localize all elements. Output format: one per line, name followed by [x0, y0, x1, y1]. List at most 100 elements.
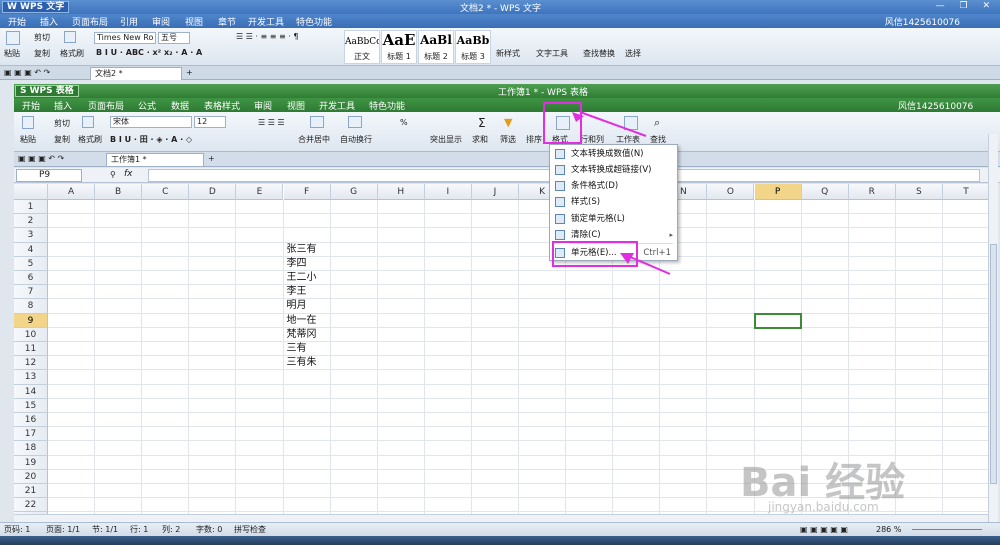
new-style-button[interactable]: 新样式 [496, 48, 520, 59]
row-header-19[interactable]: 19 [14, 455, 48, 470]
writer-menu-layout[interactable]: 页面布局 [72, 15, 108, 28]
writer-menu-features[interactable]: 特色功能 [296, 15, 332, 28]
sort-button[interactable]: 排序 [526, 134, 542, 145]
row-header-17[interactable]: 17 [14, 427, 48, 442]
row-header-12[interactable]: 12 [14, 356, 48, 371]
sheet-menu-layout[interactable]: 页面布局 [88, 99, 124, 112]
column-header-O[interactable]: O [707, 184, 755, 200]
column-header-E[interactable]: E [236, 184, 284, 200]
writer-menu-insert[interactable]: 插入 [40, 15, 58, 28]
format-painter-icon[interactable] [64, 31, 76, 43]
row-header-14[interactable]: 14 [14, 384, 48, 399]
sum-icon[interactable]: Σ [478, 116, 486, 130]
writer-menu-reference[interactable]: 引用 [120, 15, 138, 28]
highlight-button[interactable]: 突出显示 [430, 134, 462, 145]
writer-paste-label[interactable]: 粘贴 [4, 48, 20, 59]
wrap-text-button[interactable]: 自动换行 [340, 134, 372, 145]
writer-menu-view[interactable]: 视图 [185, 15, 203, 28]
writer-user-name[interactable]: 风信1425610076 [885, 15, 960, 28]
sheet-menu-features[interactable]: 特色功能 [369, 99, 405, 112]
cell-F11[interactable]: 三有 [287, 342, 307, 357]
row-header-4[interactable]: 4 [14, 242, 48, 257]
column-header-G[interactable]: G [330, 184, 378, 200]
row-header-18[interactable]: 18 [14, 441, 48, 456]
column-header-S[interactable]: S [895, 184, 943, 200]
name-box[interactable]: P9 [16, 169, 82, 182]
sheet-menu-home[interactable]: 开始 [22, 99, 40, 112]
sheet-user-name[interactable]: 风信1425610076 [898, 99, 973, 112]
cell-F4[interactable]: 张三有 [287, 243, 317, 258]
row-header-1[interactable]: 1 [14, 200, 48, 215]
sheet-quick-access-icons[interactable]: ▣ ▣ ▣ ↶ ↷ [18, 154, 64, 163]
number-format-button[interactable]: % [400, 118, 408, 127]
writer-font-combo[interactable]: Times New Ro [94, 32, 156, 44]
row-header-5[interactable]: 5 [14, 256, 48, 271]
spell-check-button[interactable]: 拼写检查 [234, 523, 266, 536]
find-replace-button[interactable]: 查找替换 [583, 48, 615, 59]
text-tools-button[interactable]: 文字工具 [536, 48, 568, 59]
column-header-Q[interactable]: Q [801, 184, 849, 200]
row-header-15[interactable]: 15 [14, 398, 48, 413]
column-header-J[interactable]: J [471, 184, 519, 200]
cell-F6[interactable]: 王二小 [287, 271, 317, 286]
row-header-22[interactable]: 22 [14, 498, 48, 513]
cell-F10[interactable]: 梵蒂冈 [287, 328, 317, 343]
row-header-20[interactable]: 20 [14, 469, 48, 484]
row-header-10[interactable]: 10 [14, 327, 48, 342]
column-header-R[interactable]: R [848, 184, 896, 200]
sheet-paste-icon[interactable] [22, 116, 34, 129]
sheet-size-combo[interactable]: 12 [194, 116, 226, 128]
sheet-paste-label[interactable]: 粘贴 [20, 134, 36, 145]
sheet-menu-formula[interactable]: 公式 [138, 99, 156, 112]
filter-button[interactable]: 筛选 [500, 134, 516, 145]
style-normal[interactable]: AaBbCc 正文 [344, 30, 380, 64]
selected-cell[interactable] [753, 312, 802, 329]
row-header-8[interactable]: 8 [14, 299, 48, 314]
filter-icon[interactable]: ▼ [504, 116, 512, 129]
cell-F9[interactable]: 地一在 [287, 314, 317, 329]
row-header-7[interactable]: 7 [14, 285, 48, 300]
sheet-font-style-icons[interactable]: B I U · 田 · ◈ · A · ◇ [110, 134, 192, 145]
writer-copy-button[interactable]: 复制 [34, 48, 50, 59]
sheet-new-tab-icon[interactable]: + [208, 154, 215, 163]
select-button[interactable]: 选择 [625, 48, 641, 59]
merge-icon[interactable] [310, 116, 324, 128]
merge-center-button[interactable]: 合并居中 [298, 134, 330, 145]
writer-format-painter-label[interactable]: 格式刷 [60, 48, 84, 59]
column-header-B[interactable]: B [95, 184, 143, 200]
sheet-app-button[interactable]: S WPS 表格 [15, 85, 79, 97]
row-header-21[interactable]: 21 [14, 484, 48, 499]
select-all-corner[interactable] [14, 184, 48, 200]
writer-menu-section[interactable]: 章节 [218, 15, 236, 28]
sheet-menu-review[interactable]: 审阅 [254, 99, 272, 112]
column-header-F[interactable]: F [283, 184, 331, 200]
paste-icon[interactable] [6, 31, 20, 45]
column-header-H[interactable]: H [377, 184, 425, 200]
bold-icon[interactable]: B I U · ABC · x² x₂ · A · A [96, 48, 202, 57]
view-mode-icons[interactable]: ▣ ▣ ▣ ▣ ▣ [800, 523, 848, 536]
column-header-P[interactable]: P [754, 184, 802, 200]
row-header-9[interactable]: 9 [14, 313, 48, 328]
writer-menu-review[interactable]: 审阅 [152, 15, 170, 28]
sheet-menu-insert[interactable]: 插入 [54, 99, 72, 112]
fx-label[interactable]: fx [124, 169, 133, 179]
writer-doc-tab[interactable]: 文档2 * [90, 67, 182, 80]
row-header-6[interactable]: 6 [14, 271, 48, 286]
zoom-lens-icon[interactable]: ⚲ [110, 170, 116, 179]
sheet-book-tab[interactable]: 工作簿1 * [106, 153, 204, 166]
sheet-menu-view[interactable]: 视图 [287, 99, 305, 112]
style-heading-3[interactable]: AaBb 标题 3 [455, 30, 491, 64]
sum-button[interactable]: 求和 [472, 134, 488, 145]
cell-F7[interactable]: 李王 [287, 285, 307, 300]
window-controls[interactable]: — ❐ ✕ [936, 1, 996, 11]
row-header-2[interactable]: 2 [14, 214, 48, 229]
writer-cut-button[interactable]: 剪切 [34, 32, 50, 43]
sheet-menu-table-style[interactable]: 表格样式 [204, 99, 240, 112]
sheet-cut-button[interactable]: 剪切 [54, 118, 70, 129]
sheet-format-painter-icon[interactable] [82, 116, 94, 128]
cell-F5[interactable]: 李四 [287, 257, 307, 272]
writer-menu-home[interactable]: 开始 [8, 15, 26, 28]
writer-size-combo[interactable]: 五号 [158, 32, 190, 44]
zoom-level[interactable]: 286 % [876, 523, 901, 536]
column-header-D[interactable]: D [189, 184, 237, 200]
